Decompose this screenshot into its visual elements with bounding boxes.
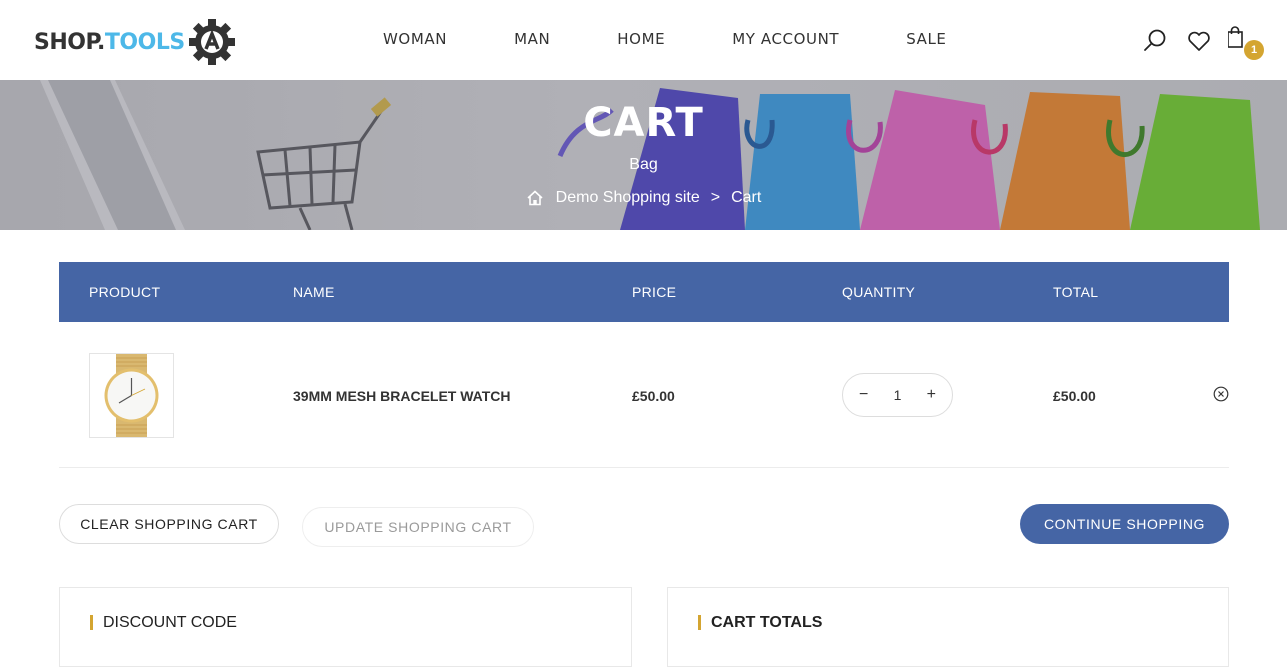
nav-woman[interactable]: WOMAN	[383, 30, 447, 48]
search-icon	[1144, 29, 1166, 51]
column-quantity: QUANTITY	[842, 284, 916, 300]
home-icon[interactable]	[526, 189, 544, 207]
column-price: PRICE	[632, 284, 677, 300]
page-title: CART	[583, 100, 704, 146]
cart-button[interactable]: 1	[1227, 26, 1264, 60]
column-name: NAME	[293, 284, 335, 300]
heart-icon	[1188, 31, 1210, 51]
page-banner: CART Bag Demo Shopping site > Cart	[0, 80, 1287, 230]
nav-my-account[interactable]: MY ACCOUNT	[732, 30, 839, 48]
header-icons: 1	[1140, 26, 1272, 60]
nav-man[interactable]: MAN	[514, 30, 550, 48]
nav-home[interactable]: HOME	[617, 30, 665, 48]
logo-gear-icon	[188, 19, 235, 65]
breadcrumb-home-link[interactable]: Demo Shopping site	[556, 189, 700, 207]
column-product: PRODUCT	[89, 284, 161, 300]
site-header: SHOP.TOOLS WOMAN MAN HOME MY ACCOUNT SAL…	[0, 0, 1287, 80]
wishlist-button[interactable]	[1184, 26, 1214, 56]
continue-shopping-button[interactable]: CONTINUE SHOPPING	[1020, 504, 1229, 544]
cart-table-header: PRODUCT NAME PRICE QUANTITY TOTAL	[59, 262, 1229, 322]
search-button[interactable]	[1140, 26, 1170, 56]
product-price: £50.00	[632, 388, 675, 404]
update-cart-button[interactable]: UPDATE SHOPPING CART	[302, 507, 534, 547]
increase-quantity-button[interactable]: +	[927, 386, 936, 404]
cart-count-badge: 1	[1244, 40, 1264, 60]
logo-text: SHOP.TOOLS	[34, 29, 185, 55]
watch-image	[104, 354, 159, 437]
site-logo[interactable]: SHOP.TOOLS	[34, 16, 254, 68]
page-subtitle: Bag	[629, 156, 658, 173]
breadcrumb-separator: >	[710, 189, 721, 206]
remove-item-icon[interactable]	[1213, 386, 1229, 402]
quantity-stepper: − 1 +	[842, 373, 953, 417]
product-thumbnail[interactable]	[89, 353, 174, 438]
discount-code-heading: DISCOUNT CODE	[90, 615, 237, 631]
breadcrumb: Demo Shopping site > Cart	[0, 189, 1287, 207]
cart-item-row: 39MM MESH BRACELET WATCH £50.00 − 1 + £5…	[59, 322, 1229, 468]
nav-sale[interactable]: SALE	[906, 30, 946, 48]
clear-cart-button[interactable]: CLEAR SHOPPING CART	[59, 504, 279, 544]
product-total: £50.00	[1053, 388, 1096, 404]
main-nav: WOMAN MAN HOME MY ACCOUNT SALE	[383, 30, 1014, 48]
cart-totals-heading: CART TOTALS	[698, 615, 822, 631]
discount-code-panel: DISCOUNT CODE	[59, 587, 632, 667]
cart-totals-panel: CART TOTALS	[667, 587, 1229, 667]
product-name[interactable]: 39MM MESH BRACELET WATCH	[293, 388, 511, 404]
breadcrumb-current: Cart	[731, 189, 762, 206]
quantity-value[interactable]: 1	[894, 387, 902, 403]
column-total: TOTAL	[1053, 284, 1099, 300]
decrease-quantity-button[interactable]: −	[859, 386, 868, 404]
